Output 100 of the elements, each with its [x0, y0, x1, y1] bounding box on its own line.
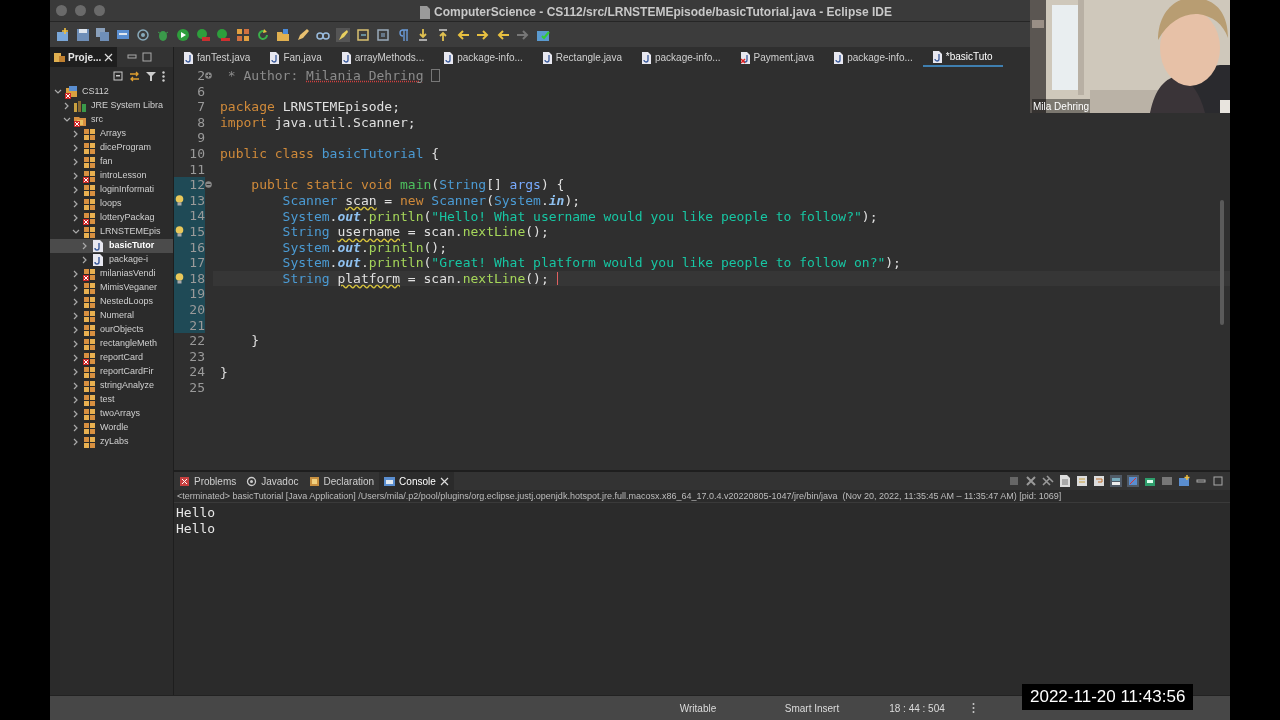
tree-item[interactable]: diceProgram	[50, 141, 173, 155]
tree-item[interactable]: CS112	[50, 85, 173, 99]
editor-tab[interactable]: Fan.java	[260, 48, 332, 67]
chevron-right-icon[interactable]	[72, 214, 80, 222]
tree-item[interactable]: introLesson	[50, 169, 173, 183]
tree-item[interactable]: twoArrays	[50, 407, 173, 421]
previous-annotation-icon[interactable]	[436, 27, 450, 42]
chevron-right-icon[interactable]	[72, 172, 80, 180]
editor-tab[interactable]: package-info...	[824, 48, 923, 67]
chevron-right-icon[interactable]	[72, 270, 80, 278]
minimize-icon[interactable]	[127, 52, 138, 62]
expand-fold-icon[interactable]	[205, 72, 212, 80]
tree-item[interactable]: reportCard	[50, 351, 173, 365]
panel-tab[interactable]: Console	[379, 472, 454, 490]
editor-tab[interactable]: Payment.java	[730, 48, 825, 67]
tree-item[interactable]: LRNSTEMEpis	[50, 225, 173, 239]
chevron-right-icon[interactable]	[72, 382, 80, 390]
remove-launch-icon[interactable]	[1025, 475, 1037, 487]
scrollbar-thumb[interactable]	[1220, 200, 1224, 325]
close-icon[interactable]	[104, 52, 114, 62]
new-file-icon[interactable]	[56, 27, 70, 42]
tree-item[interactable]: fan	[50, 155, 173, 169]
chevron-right-icon[interactable]	[72, 186, 80, 194]
tree-item[interactable]: loginInformati	[50, 183, 173, 197]
maximize-icon[interactable]	[1212, 475, 1224, 487]
tree-item[interactable]: zyLabs	[50, 435, 173, 449]
chevron-right-icon[interactable]	[72, 354, 80, 362]
chevron-right-icon[interactable]	[72, 340, 80, 348]
close-icon[interactable]	[439, 476, 449, 486]
more-icon[interactable]	[972, 702, 975, 714]
chevron-right-icon[interactable]	[81, 242, 89, 250]
chevron-down-icon[interactable]	[54, 88, 62, 96]
chevron-right-icon[interactable]	[72, 396, 80, 404]
collapse-fold-icon[interactable]	[205, 181, 212, 189]
chevron-right-icon[interactable]	[72, 298, 80, 306]
collapsed-text-marker[interactable]	[430, 69, 440, 83]
right-arrow-icon[interactable]	[516, 27, 530, 42]
new-console-icon[interactable]	[1178, 475, 1190, 487]
next-annotation-icon[interactable]	[416, 27, 430, 42]
tree-item[interactable]: loops	[50, 197, 173, 211]
document-lines-icon[interactable]	[1059, 475, 1071, 487]
highlighter-icon[interactable]	[336, 27, 350, 42]
tree-item[interactable]: basicTutor	[50, 239, 173, 253]
chevron-right-icon[interactable]	[72, 410, 80, 418]
open-folder-icon[interactable]	[276, 27, 290, 42]
chevron-right-icon[interactable]	[72, 368, 80, 376]
tree-item[interactable]: reportCardFir	[50, 365, 173, 379]
maximize-icon[interactable]	[142, 52, 153, 62]
tree-item[interactable]: Arrays	[50, 127, 173, 141]
chevron-down-icon[interactable]	[63, 116, 71, 124]
panel-tab[interactable]: Declaration	[303, 472, 380, 490]
editor-tab[interactable]: package-info...	[434, 48, 533, 67]
tree-item[interactable]: package-i	[50, 253, 173, 267]
filter-icon[interactable]	[146, 70, 156, 82]
tree-item[interactable]: rectangleMeth	[50, 337, 173, 351]
chevron-right-icon[interactable]	[63, 102, 71, 110]
pencil-icon[interactable]	[296, 27, 310, 42]
tree-item[interactable]: MimisVeganer	[50, 281, 173, 295]
refresh-icon[interactable]	[256, 27, 270, 42]
chevron-right-icon[interactable]	[72, 284, 80, 292]
chevron-right-icon[interactable]	[72, 424, 80, 432]
tree-item[interactable]: NestedLoops	[50, 295, 173, 309]
pilcrow-icon[interactable]	[396, 27, 410, 42]
editor-tab[interactable]: fanTest.java	[174, 48, 261, 67]
save-all-icon[interactable]	[96, 27, 110, 42]
save-icon[interactable]	[76, 27, 90, 42]
tree-item[interactable]: milaniasVendi	[50, 267, 173, 281]
play-icon[interactable]	[176, 27, 190, 42]
editor-tab[interactable]: Rectangle.java	[532, 48, 632, 67]
chevron-right-icon[interactable]	[81, 256, 89, 264]
tree-item[interactable]: JRE System Libra	[50, 99, 173, 113]
tree-item[interactable]: src	[50, 113, 173, 127]
back-arrow-icon[interactable]	[456, 27, 470, 42]
chevron-right-icon[interactable]	[72, 438, 80, 446]
tree-item[interactable]: test	[50, 393, 173, 407]
target-icon[interactable]	[136, 27, 150, 42]
tree-item[interactable]: ourObjects	[50, 323, 173, 337]
chevron-right-icon[interactable]	[72, 312, 80, 320]
left-arrow-icon[interactable]	[496, 27, 510, 42]
view-menu-icon[interactable]	[162, 70, 165, 82]
editor-tab[interactable]: package-info...	[632, 48, 731, 67]
tree-item[interactable]: stringAnalyze	[50, 379, 173, 393]
panel-tab[interactable]: Javadoc	[241, 472, 304, 490]
chevron-down-icon[interactable]	[72, 228, 80, 236]
console-window-icon[interactable]	[116, 27, 130, 42]
chevron-right-icon[interactable]	[72, 200, 80, 208]
tree-item[interactable]: Wordle	[50, 421, 173, 435]
chevron-right-icon[interactable]	[72, 326, 80, 334]
chevron-right-icon[interactable]	[72, 130, 80, 138]
tree-item[interactable]: lotteryPackag	[50, 211, 173, 225]
panel-tab[interactable]: Problems	[174, 472, 242, 490]
editor-tab[interactable]: arrayMethods...	[331, 48, 435, 67]
project-explorer-tab[interactable]: Proje...	[50, 47, 118, 67]
chevron-right-icon[interactable]	[72, 144, 80, 152]
chevron-right-icon[interactable]	[72, 158, 80, 166]
tree-item[interactable]: Numeral	[50, 309, 173, 323]
editor-tab[interactable]: *basicTuto	[922, 48, 1003, 67]
forward-arrow-icon[interactable]	[476, 27, 490, 42]
link-arrows-icon[interactable]	[129, 70, 140, 82]
collapse-all-icon[interactable]	[112, 70, 123, 82]
